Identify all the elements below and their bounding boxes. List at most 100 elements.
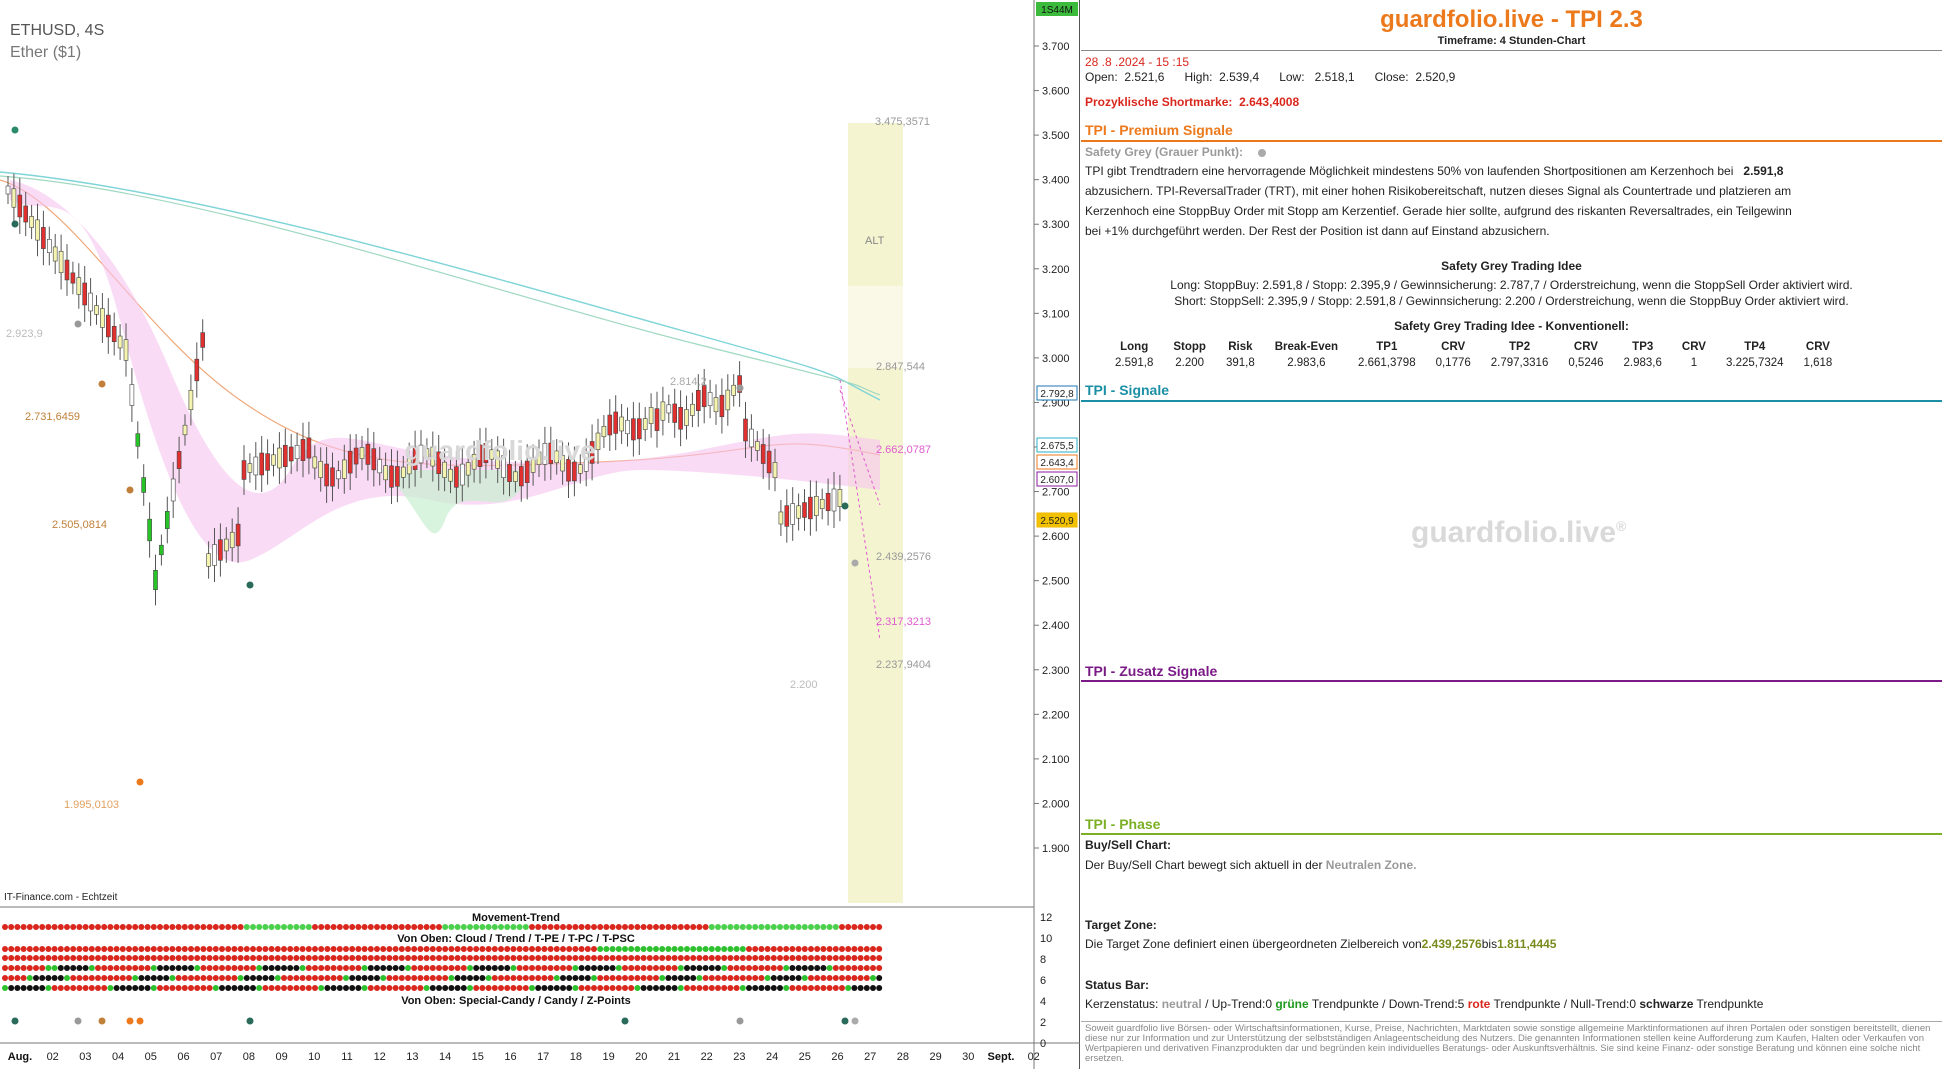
trend-dot	[547, 985, 554, 991]
trend-dot	[485, 975, 492, 981]
trend-dot	[423, 955, 430, 961]
trend-dot	[132, 946, 139, 952]
candle-body	[64, 259, 70, 281]
trend-dot	[454, 965, 461, 971]
trend-dot	[826, 985, 833, 991]
trend-dot	[715, 955, 721, 961]
trend-dot	[355, 975, 362, 981]
trend-dot	[522, 955, 529, 961]
trend-dot	[467, 946, 473, 952]
signal-dot	[851, 559, 859, 567]
candle-body	[695, 390, 701, 411]
trend-dot	[876, 955, 883, 961]
trend-dot	[628, 955, 635, 961]
trend-dot	[653, 955, 659, 961]
candle-body	[690, 403, 695, 416]
trend-dot	[467, 975, 473, 981]
trend-dot	[522, 946, 529, 952]
trend-dot	[330, 965, 337, 971]
candle-body	[371, 448, 377, 471]
trend-dot	[845, 985, 852, 991]
time-badge: 1S44M	[1041, 5, 1073, 16]
trend-dot	[88, 946, 95, 952]
trend-dot	[268, 975, 275, 981]
candle-body	[271, 454, 276, 466]
trend-dot	[250, 985, 256, 991]
trend-dot	[64, 955, 70, 961]
trend-dot	[553, 955, 560, 961]
candle-body	[507, 464, 512, 482]
trend-dot	[225, 975, 232, 981]
trend-dot	[708, 965, 715, 971]
movement-trend-title: Movement-Trend	[472, 912, 560, 924]
trend-dot	[510, 946, 517, 952]
trend-dot	[231, 985, 238, 991]
trend-dot	[603, 965, 610, 971]
sub-scale-label: 12	[1040, 912, 1052, 924]
trend-dot	[39, 955, 46, 961]
trend-dot	[795, 955, 802, 961]
candle-body	[153, 570, 158, 590]
trend-dot	[119, 965, 126, 971]
trend-dot	[516, 975, 523, 981]
price-chart[interactable]: 3.700 3.600 3.500 3.400 3.300 3.200 3.100 3.000…	[0, 0, 1080, 1069]
trend-dot	[45, 985, 52, 991]
trend-dot	[839, 924, 845, 930]
level-label: 2.317,3213	[876, 616, 931, 628]
candle-body	[601, 425, 607, 438]
trend-dot	[739, 985, 746, 991]
trend-dot	[119, 975, 126, 981]
trend-dot	[684, 985, 690, 991]
trend-dot	[194, 955, 201, 961]
trend-dot	[572, 975, 579, 981]
trend-dot	[622, 965, 628, 971]
trend-dot	[677, 985, 684, 991]
trend-dot	[541, 924, 548, 930]
chart-pane[interactable]: 3.700 3.600 3.500 3.400 3.300 3.200 3.100 3.000…	[0, 0, 1080, 1069]
trend-dot	[231, 965, 238, 971]
trend-dot	[460, 946, 467, 952]
trend-dot	[696, 946, 703, 952]
trend-dot	[318, 965, 325, 971]
safety-high-value: 2.591,8	[1743, 164, 1784, 178]
trend-dot	[219, 955, 225, 961]
trend-dot	[832, 924, 839, 930]
trend-dot	[20, 975, 27, 981]
trend-dot	[107, 965, 114, 971]
trend-dot	[529, 946, 535, 952]
candle-body	[642, 418, 648, 430]
trend-dot	[640, 975, 647, 981]
trend-dot	[535, 975, 542, 981]
trend-dot	[485, 965, 492, 971]
candle-body	[448, 468, 453, 482]
trend-dot	[51, 985, 58, 991]
trend-dot	[417, 975, 424, 981]
trend-dot	[870, 975, 876, 981]
candle-body	[76, 277, 82, 295]
trend-dot	[820, 965, 827, 971]
trend-dot	[324, 985, 331, 991]
candle-body	[182, 424, 188, 436]
trend-dot	[746, 924, 752, 930]
trend-dot	[801, 955, 808, 961]
trend-dot	[783, 985, 790, 991]
trend-dot	[237, 965, 244, 971]
trend-dot	[448, 965, 455, 971]
trend-dot	[653, 985, 659, 991]
trend-dot	[237, 985, 244, 991]
candle-body	[318, 461, 324, 478]
trend-dot	[739, 965, 746, 971]
candle-body	[341, 459, 347, 479]
table-header-cell: CRV	[1441, 341, 1466, 353]
trend-dot	[361, 924, 368, 930]
trend-dot	[188, 965, 194, 971]
special-candy-dot	[136, 1017, 144, 1025]
trend-dot	[504, 924, 511, 930]
candle-body	[784, 505, 790, 527]
trend-dot	[95, 965, 101, 971]
trend-dot	[169, 955, 176, 961]
trend-dot	[305, 924, 312, 930]
trend-dot	[746, 955, 752, 961]
trend-dot	[330, 924, 337, 930]
trend-dot	[436, 924, 442, 930]
